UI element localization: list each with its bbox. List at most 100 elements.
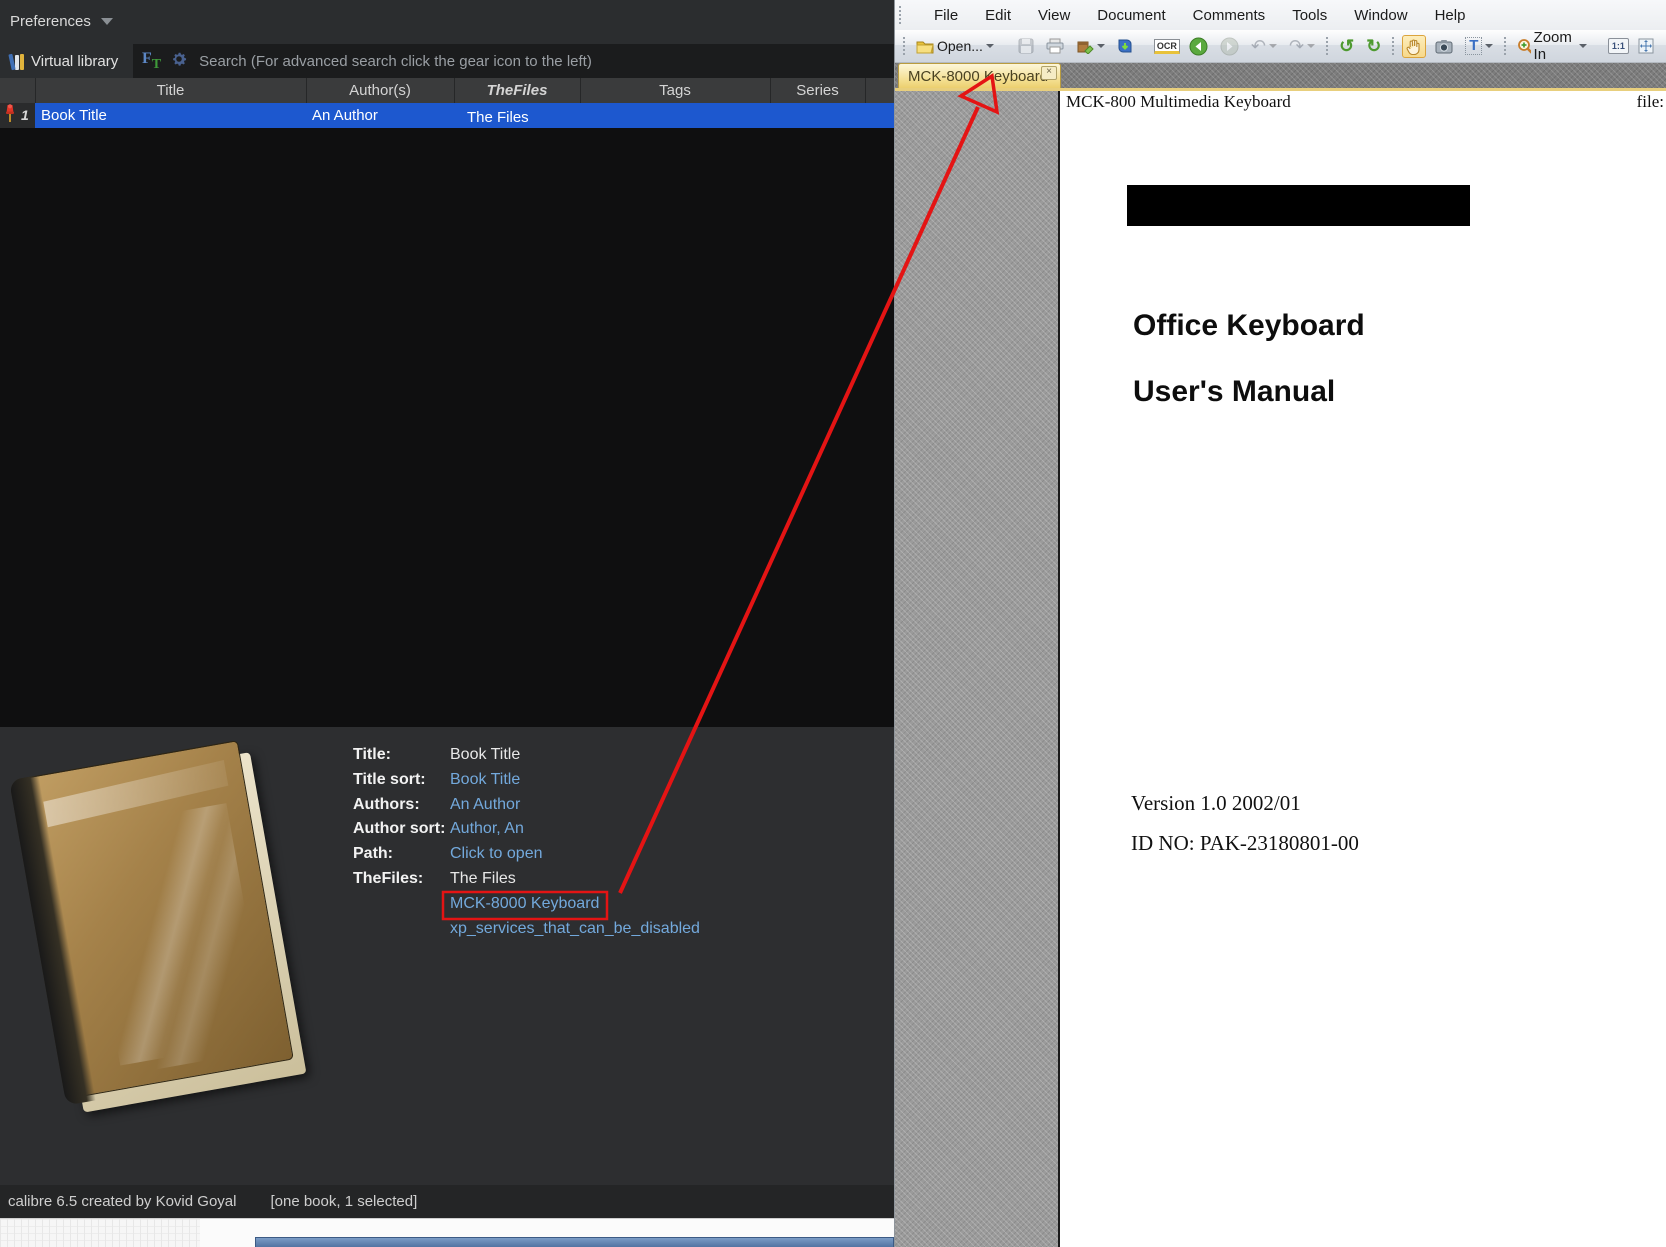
- doc-version-text: Version 1.0 2002/01: [1131, 791, 1301, 815]
- search-bar: FT: [133, 44, 894, 78]
- toolbar-grip[interactable]: [1392, 37, 1395, 55]
- pdf-toolbar: Open... OCR ↶ ↷ ↺ ↻ T Zoom In 1:1: [895, 27, 1666, 65]
- menu-tools[interactable]: Tools: [1292, 7, 1327, 24]
- book-table-header: Title Author(s) TheFiles Tags Series: [0, 78, 894, 103]
- menu-help[interactable]: Help: [1435, 7, 1466, 24]
- thefiles-link-xp-services[interactable]: xp_services_that_can_be_disabled: [450, 920, 700, 945]
- print-button[interactable]: [1043, 36, 1067, 56]
- fit-page-button[interactable]: [1635, 36, 1657, 56]
- preferences-button[interactable]: Preferences: [10, 13, 113, 30]
- page-header-title: MCK-800 Multimedia Keyboard: [1066, 92, 1291, 111]
- undo-button[interactable]: ↶: [1248, 35, 1280, 57]
- field-label-authors: Authors:: [353, 795, 420, 813]
- pin-icon: [4, 103, 16, 128]
- field-value-path[interactable]: Click to open: [450, 845, 700, 870]
- table-row[interactable]: 1 Book Title An Author The Files: [0, 103, 894, 128]
- forward-icon: [1220, 37, 1239, 55]
- field-value-title: Book Title: [450, 746, 521, 763]
- row-index: 1: [21, 107, 29, 123]
- search-input[interactable]: [197, 51, 822, 71]
- tab-mck-8000-keyboard[interactable]: MCK-8000 Keyboard ×: [898, 63, 1061, 88]
- pdf-page[interactable]: MCK-800 Multimedia Keyboard file: Office…: [1058, 91, 1666, 1247]
- screen: Preferences Virtual library FT Title Au: [0, 0, 1666, 1247]
- forward-button[interactable]: [1217, 35, 1242, 58]
- status-selection-text: [one book, 1 selected]: [270, 1193, 418, 1210]
- cell-thefiles[interactable]: The Files: [467, 105, 529, 130]
- thefiles-link-mck8000[interactable]: MCK-8000 Keyboard: [450, 895, 700, 920]
- field-value-authors[interactable]: An Author: [450, 796, 700, 821]
- rotate-left-icon: ↺: [1339, 36, 1355, 56]
- download-button[interactable]: [1114, 36, 1136, 56]
- column-header-authors[interactable]: Author(s): [306, 78, 454, 103]
- open-button[interactable]: Open...: [913, 36, 997, 56]
- field-label-title-sort: Title sort:: [353, 770, 426, 788]
- background-blue-bar: [255, 1237, 894, 1247]
- folder-icon: [916, 41, 934, 53]
- select-text-icon: T: [1465, 36, 1483, 56]
- column-header-thefiles[interactable]: TheFiles: [454, 78, 580, 103]
- tab-close-button[interactable]: ×: [1041, 66, 1057, 80]
- rotate-left-button[interactable]: ↺: [1336, 35, 1357, 57]
- gear-icon[interactable]: [170, 50, 188, 73]
- field-value-title-sort[interactable]: Book Title: [450, 771, 700, 796]
- cell-title[interactable]: Book Title: [41, 103, 107, 128]
- pdf-menu-bar: File Edit View Document Comments Tools W…: [895, 0, 1666, 30]
- zoom-in-button[interactable]: Zoom In: [1514, 27, 1589, 65]
- book-cover[interactable]: [9, 740, 307, 1125]
- redo-button[interactable]: ↷: [1286, 35, 1318, 57]
- row-selection: [35, 103, 894, 128]
- menu-view[interactable]: View: [1038, 7, 1070, 24]
- books-icon: [8, 53, 24, 70]
- chevron-down-icon[interactable]: [985, 44, 994, 48]
- toolbar-grip[interactable]: [899, 6, 905, 24]
- hand-icon: [1406, 39, 1420, 55]
- menu-comments[interactable]: Comments: [1193, 7, 1266, 24]
- background-grid-texture: [0, 1219, 200, 1247]
- column-header-series[interactable]: Series: [770, 78, 865, 103]
- select-text-button[interactable]: T: [1462, 35, 1496, 58]
- toolbar-grip[interactable]: [1326, 37, 1329, 55]
- column-header-tags[interactable]: Tags: [580, 78, 770, 103]
- actual-size-button[interactable]: 1:1: [1607, 38, 1629, 54]
- ocr-button[interactable]: OCR: [1153, 38, 1180, 54]
- page-header-file-url: file:: [1636, 92, 1664, 111]
- export-button[interactable]: [1073, 36, 1108, 56]
- status-version-text: calibre 6.5 created by Kovid Goyal: [8, 1193, 237, 1210]
- menu-document[interactable]: Document: [1097, 7, 1165, 24]
- preferences-label: Preferences: [10, 13, 91, 30]
- rotate-right-button[interactable]: ↻: [1363, 35, 1384, 57]
- pdf-tab-bar: MCK-8000 Keyboard ×: [895, 63, 1666, 88]
- field-label-thefiles: TheFiles:: [353, 869, 424, 887]
- calibre-toolbar-row: Virtual library FT: [0, 44, 894, 78]
- chevron-down-icon: [1307, 44, 1316, 48]
- status-bar: calibre 6.5 created by Kovid Goyal [one …: [0, 1185, 894, 1218]
- cell-authors[interactable]: An Author: [312, 103, 378, 128]
- column-header-title[interactable]: Title: [35, 78, 306, 103]
- menu-window[interactable]: Window: [1354, 7, 1407, 24]
- fit-page-icon: [1638, 38, 1654, 54]
- blue-book-download-icon: [1118, 39, 1132, 53]
- doc-id-text: ID NO: PAK-23180801-00: [1131, 831, 1359, 855]
- snapshot-button[interactable]: [1432, 37, 1456, 56]
- toolbar-grip[interactable]: [1504, 37, 1507, 55]
- menu-file[interactable]: File: [934, 7, 958, 24]
- book-list-empty-area[interactable]: [0, 128, 894, 727]
- toolbar-grip[interactable]: [903, 37, 905, 55]
- redo-icon: ↷: [1289, 36, 1305, 56]
- field-value-author-sort[interactable]: Author, An: [450, 820, 700, 845]
- printer-icon: [1046, 38, 1064, 54]
- back-button[interactable]: [1186, 35, 1211, 58]
- chevron-down-icon[interactable]: [1578, 44, 1587, 48]
- zoom-in-icon: [1518, 38, 1531, 53]
- book-details-fields: Title: Book Title Title sort: Book Title…: [353, 746, 700, 944]
- package-icon: [1077, 41, 1094, 54]
- virtual-library-button[interactable]: Virtual library: [6, 47, 122, 75]
- camera-icon: [1435, 39, 1453, 53]
- hand-tool-button[interactable]: [1402, 34, 1427, 58]
- book-details-panel: Title: Book Title Title sort: Book Title…: [0, 727, 894, 1185]
- back-icon: [1189, 37, 1208, 55]
- full-text-search-icon[interactable]: FT: [142, 50, 161, 72]
- menu-edit[interactable]: Edit: [985, 7, 1011, 24]
- save-button[interactable]: [1015, 36, 1037, 56]
- chevron-down-icon[interactable]: [1096, 44, 1105, 48]
